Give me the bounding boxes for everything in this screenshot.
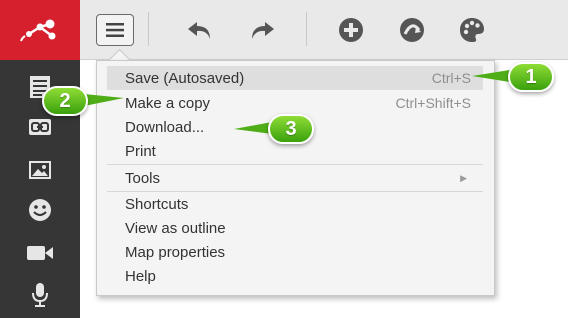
add-node-button[interactable] <box>331 12 371 48</box>
menu-item-map-properties[interactable]: Map properties <box>107 240 483 264</box>
menu-item-help[interactable]: Help <box>107 264 483 288</box>
connect-button[interactable] <box>392 12 432 48</box>
menu-item-shortcut: Ctrl+Shift+S <box>395 95 471 111</box>
callout-2-pointer <box>84 94 124 106</box>
sidebar-item-video[interactable] <box>22 238 58 268</box>
redo-button[interactable] <box>242 12 282 48</box>
toolbar-separator <box>148 12 149 46</box>
menu-item-label: Help <box>125 267 156 285</box>
toolbar <box>80 0 568 60</box>
sidebar-item-icon[interactable] <box>22 195 58 225</box>
menu-item-save[interactable]: Save (Autosaved) Ctrl+S <box>107 66 483 90</box>
video-icon <box>27 246 53 260</box>
toolbar-separator <box>306 12 307 46</box>
undo-button[interactable] <box>180 12 220 48</box>
main-menu-button[interactable] <box>96 14 134 46</box>
callout-badge-2: 2 <box>42 86 88 116</box>
palette-icon <box>460 18 484 42</box>
menu-item-view-outline[interactable]: View as outline <box>107 216 483 240</box>
microphone-icon <box>32 283 48 307</box>
menu-item-shortcut: Ctrl+S <box>431 70 471 86</box>
app-logo[interactable] <box>0 0 80 60</box>
callout-3-pointer <box>234 122 272 134</box>
menu-separator <box>107 164 483 165</box>
sidebar-item-image[interactable] <box>22 155 58 185</box>
image-icon <box>29 161 51 179</box>
style-button[interactable] <box>452 12 492 48</box>
smiley-icon <box>29 199 51 221</box>
mindmap-logo-icon <box>20 19 56 42</box>
plus-circle-icon <box>339 18 363 42</box>
menu-item-label: Tools <box>125 169 161 187</box>
menu-item-label: Download... <box>125 118 205 136</box>
undo-arrow-icon <box>188 22 210 39</box>
sidebar-item-audio[interactable] <box>22 280 58 310</box>
menu-item-shortcuts[interactable]: Shortcuts <box>107 192 483 216</box>
menu-item-make-copy[interactable]: Make a copy Ctrl+Shift+S <box>107 91 483 115</box>
menu-item-label: Shortcuts <box>125 195 189 213</box>
submenu-arrow-icon: ▶ <box>460 172 467 183</box>
callout-1-pointer <box>472 70 510 82</box>
callout-badge-3: 3 <box>268 114 314 144</box>
sidebar-item-link[interactable] <box>22 112 58 142</box>
menu-item-label: Make a copy <box>125 94 211 112</box>
redo-arrow-icon <box>252 22 274 39</box>
main-menu-dropdown: Save (Autosaved) Ctrl+S Make a copy Ctrl… <box>96 60 495 296</box>
menu-item-label: Map properties <box>125 243 226 261</box>
hamburger-icon <box>106 23 124 37</box>
callout-badge-1: 1 <box>508 62 554 92</box>
menu-item-label: View as outline <box>125 219 226 237</box>
menu-item-tools[interactable]: Tools ▶ <box>107 166 483 190</box>
menu-item-label: Print <box>125 142 156 160</box>
menu-item-label: Save (Autosaved) <box>125 69 245 87</box>
link-icon <box>29 119 51 135</box>
curved-link-icon <box>400 18 424 42</box>
